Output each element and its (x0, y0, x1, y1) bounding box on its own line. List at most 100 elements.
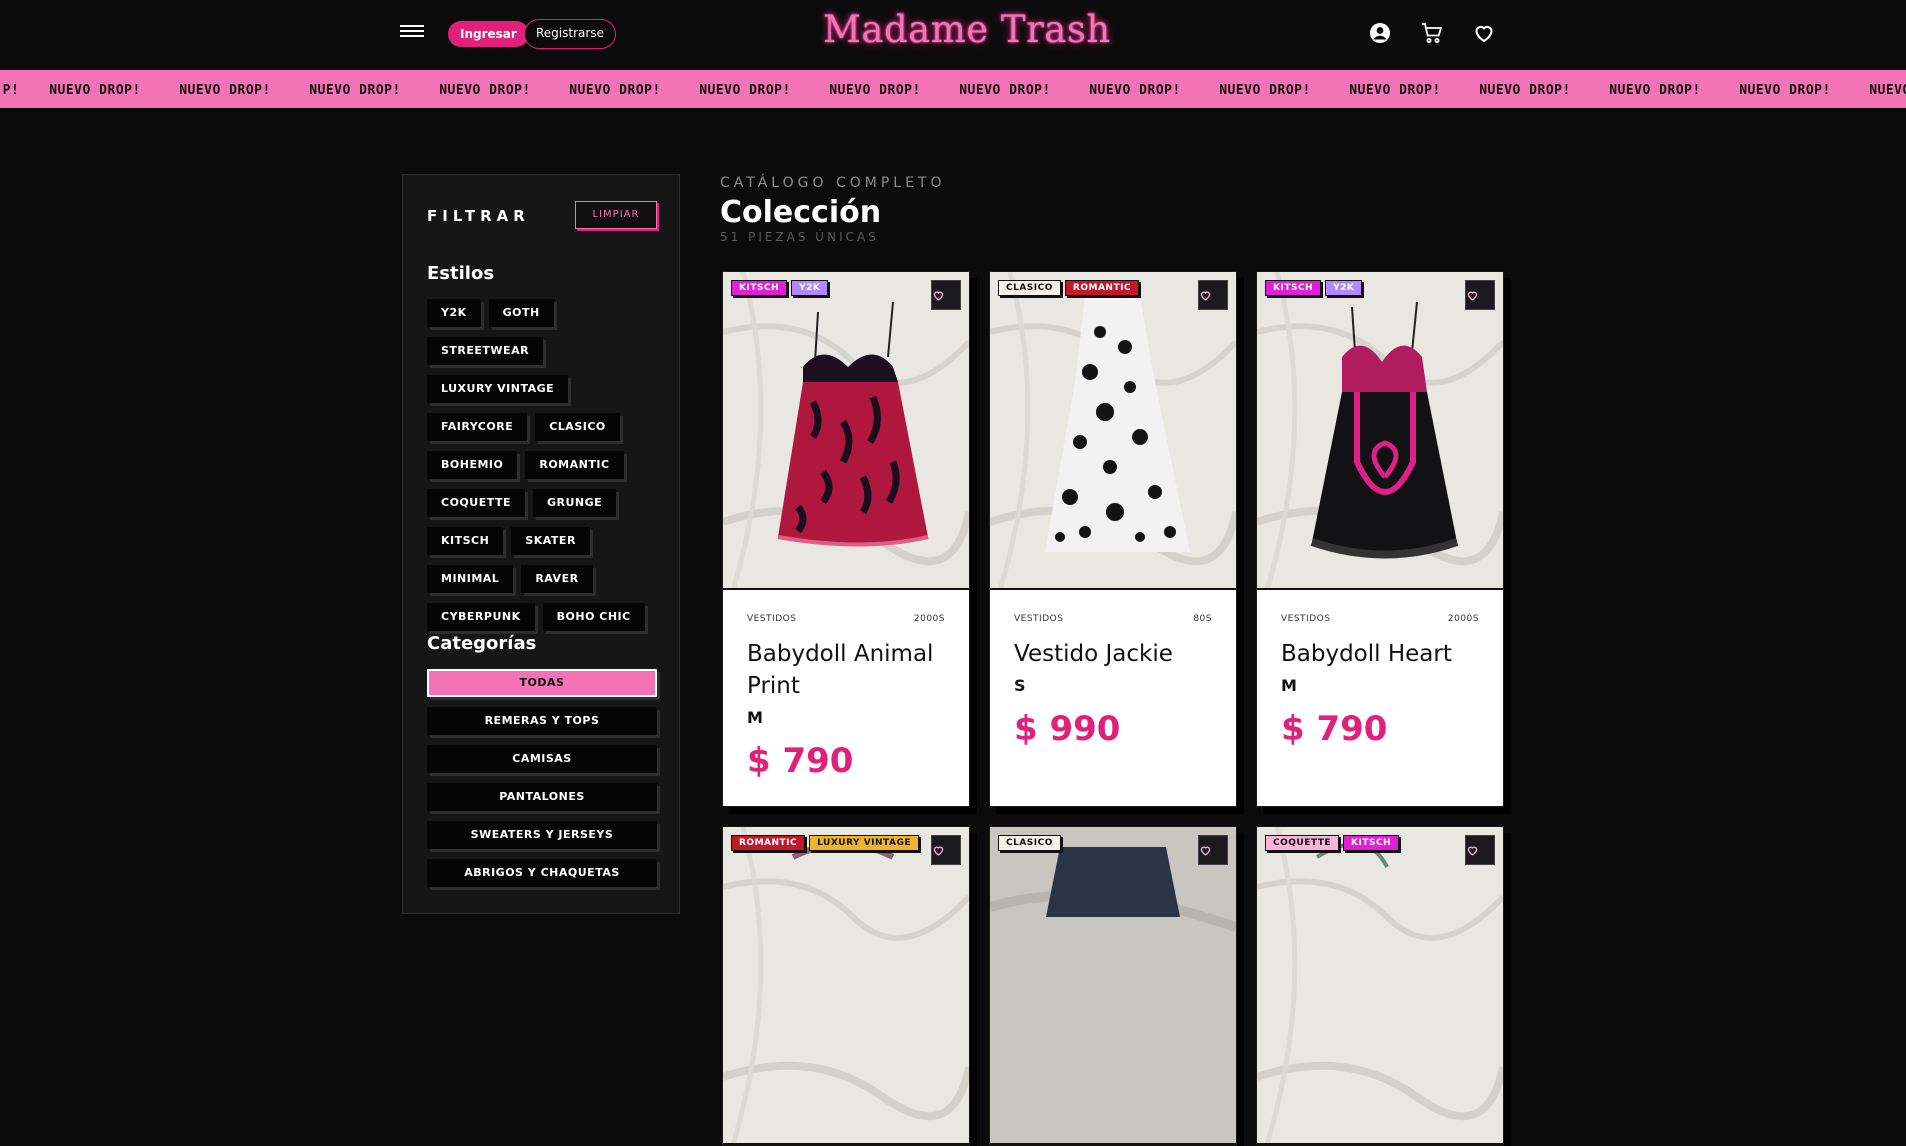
product-image[interactable]: COQUETTE KITSCH (1257, 827, 1503, 1145)
category-sweaters-y-jerseys[interactable]: SWEATERS Y JERSEYS (427, 821, 657, 849)
ticker-item: NUEVO DROP! (49, 83, 141, 98)
product-image[interactable]: KITSCH Y2K (1257, 272, 1503, 590)
ticker-item: NUEVO DROP! (1609, 83, 1701, 98)
style-chip-coquette[interactable]: COQUETTE (427, 489, 525, 517)
product-meta: VESTIDOS 2000S (747, 614, 945, 624)
product-category: VESTIDOS (1014, 614, 1064, 624)
product-card[interactable]: ROMANTIC LUXURY VINTAGE (722, 826, 970, 1146)
style-tag-badge: LUXURY VINTAGE (809, 835, 919, 851)
product-name: Babydoll Heart (1281, 641, 1452, 667)
product-tag-list: COQUETTE KITSCH (1265, 835, 1400, 851)
category-list: TODAS REMERAS Y TOPS CAMISAS PANTALONES SWEA… (427, 669, 657, 897)
product-info: VESTIDOS 80S Vestido Jackie S $ 990 (990, 590, 1236, 806)
product-card[interactable]: KITSCH Y2K VESTIDOS 2000S Babydoll Animal Pr… (722, 271, 970, 807)
product-meta: VESTIDOS 80S (1014, 614, 1212, 624)
product-era: 2000S (1447, 614, 1479, 624)
hamburger-menu-icon[interactable] (400, 22, 424, 42)
product-tag-list: ROMANTIC LUXURY VINTAGE (731, 835, 919, 851)
style-chip-goth[interactable]: GOTH (488, 299, 554, 327)
product-name: Babydoll Animal Print (747, 641, 934, 699)
cart-icon[interactable] (1420, 21, 1444, 45)
style-tag-badge: KITSCH (1265, 280, 1322, 296)
ticker-item: NUEVO DROP! (309, 83, 401, 98)
ticker-item: NUEVO DROP! (1219, 83, 1311, 98)
login-button[interactable]: Ingresar (448, 21, 529, 47)
user-circle-icon[interactable] (1368, 21, 1392, 45)
filter-sidebar: FILTRAR LIMPIAR Estilos Y2K GOTH STREETWEA… (402, 174, 680, 914)
catalog-kicker: CATÁLOGO COMPLETO (720, 175, 946, 191)
favorite-heart-icon[interactable] (1465, 835, 1495, 865)
ticker-item: NUEVO DROP! (1089, 83, 1181, 98)
product-name: Vestido Jackie (1014, 641, 1173, 667)
ticker-item: NUEVO DROP! (1479, 83, 1571, 98)
product-card[interactable]: KITSCH Y2K VESTIDOS 2000S Babydoll Heart M $ 7… (1256, 271, 1504, 807)
style-tag-badge: COQUETTE (1265, 835, 1339, 851)
product-info: VESTIDOS 2000S Babydoll Animal Print M $ 790 (723, 590, 969, 806)
favorite-heart-icon[interactable] (1198, 280, 1228, 310)
product-era: 80S (1193, 614, 1212, 624)
piece-count: 51 PIEZAS ÚNICAS (720, 230, 879, 244)
page-title: Colección (720, 195, 882, 230)
product-tag-list: CLASICO (998, 835, 1061, 851)
ticker-item: NUEVO DROP! (1349, 83, 1441, 98)
style-chip-luxury-vintage[interactable]: LUXURY VINTAGE (427, 375, 569, 403)
favorite-heart-icon[interactable] (1465, 280, 1495, 310)
favorite-heart-icon[interactable] (931, 835, 961, 865)
favorite-heart-icon[interactable] (931, 280, 961, 310)
product-size: M (747, 708, 763, 727)
style-chip-boho-chic[interactable]: BOHO CHIC (542, 603, 645, 631)
filter-title: FILTRAR (427, 207, 530, 225)
product-info: VESTIDOS 2000S Babydoll Heart M $ 790 (1257, 590, 1503, 806)
style-chip-raver[interactable]: RAVER (521, 565, 593, 593)
style-chip-fairycore[interactable]: FAIRYCORE (427, 413, 528, 441)
product-card[interactable]: CLASICO ROMANTIC VESTIDOS 80S Vestido Jackie… (989, 271, 1237, 807)
product-price: $ 790 (1281, 709, 1388, 749)
style-chip-cyberpunk[interactable]: CYBERPUNK (427, 603, 535, 631)
product-category: VESTIDOS (747, 614, 797, 624)
style-tag-badge: KITSCH (731, 280, 788, 296)
ticker-item: NUEVO DROP! (179, 83, 271, 98)
top-header: Ingresar Registrarse Madame Trash (0, 0, 1906, 70)
style-chip-streetwear[interactable]: STREETWEAR (427, 337, 544, 365)
style-tag-badge: ROMANTIC (1064, 280, 1140, 296)
category-todas[interactable]: TODAS (427, 669, 657, 697)
style-chip-kitsch[interactable]: KITSCH (427, 527, 504, 555)
style-tag-badge: ROMANTIC (731, 835, 806, 851)
product-size: M (1281, 676, 1297, 695)
category-abrigos-y-chaquetas[interactable]: ABRIGOS Y CHAQUETAS (427, 859, 657, 887)
ticker-item: NUEVO DROP! (959, 83, 1051, 98)
style-tag-badge: CLASICO (998, 835, 1061, 851)
product-tag-list: KITSCH Y2K (731, 280, 829, 296)
product-card[interactable]: COQUETTE KITSCH (1256, 826, 1504, 1146)
clear-filters-button[interactable]: LIMPIAR (575, 201, 657, 229)
register-button[interactable]: Registrarse (524, 19, 616, 49)
style-chip-minimal[interactable]: MINIMAL (427, 565, 514, 593)
product-price: $ 990 (1014, 709, 1121, 749)
style-tag-badge: Y2K (791, 280, 829, 296)
style-chip-romantic[interactable]: ROMANTIC (525, 451, 624, 479)
style-chip-grunge[interactable]: GRUNGE (533, 489, 617, 517)
ticker-item: NUEVO DROP! (569, 83, 661, 98)
product-image[interactable]: ROMANTIC LUXURY VINTAGE (723, 827, 969, 1145)
product-image[interactable]: KITSCH Y2K (723, 272, 969, 590)
style-tag-badge: Y2K (1325, 280, 1363, 296)
style-chip-y2k[interactable]: Y2K (427, 299, 481, 327)
product-era: 2000S (913, 614, 945, 624)
ticker-item: NUEVO DROP! (1739, 83, 1831, 98)
style-chip-clasico[interactable]: CLASICO (535, 413, 620, 441)
style-chip-skater[interactable]: SKATER (511, 527, 590, 555)
product-card[interactable]: CLASICO (989, 826, 1237, 1146)
category-remeras-y-tops[interactable]: REMERAS Y TOPS (427, 707, 657, 735)
product-image[interactable]: CLASICO (990, 827, 1236, 1145)
product-image[interactable]: CLASICO ROMANTIC (990, 272, 1236, 590)
categories-heading: Categorías (427, 633, 537, 654)
style-chip-bohemio[interactable]: BOHEMIO (427, 451, 518, 479)
ticker-item: NUEVO DROP! (699, 83, 791, 98)
category-pantalones[interactable]: PANTALONES (427, 783, 657, 811)
category-camisas[interactable]: CAMISAS (427, 745, 657, 773)
favorite-heart-icon[interactable] (1198, 835, 1228, 865)
style-tag-badge: CLASICO (998, 280, 1061, 296)
heart-icon[interactable] (1472, 21, 1496, 45)
site-logo[interactable]: Madame Trash (823, 8, 1111, 51)
style-tag-badge: KITSCH (1343, 835, 1400, 851)
